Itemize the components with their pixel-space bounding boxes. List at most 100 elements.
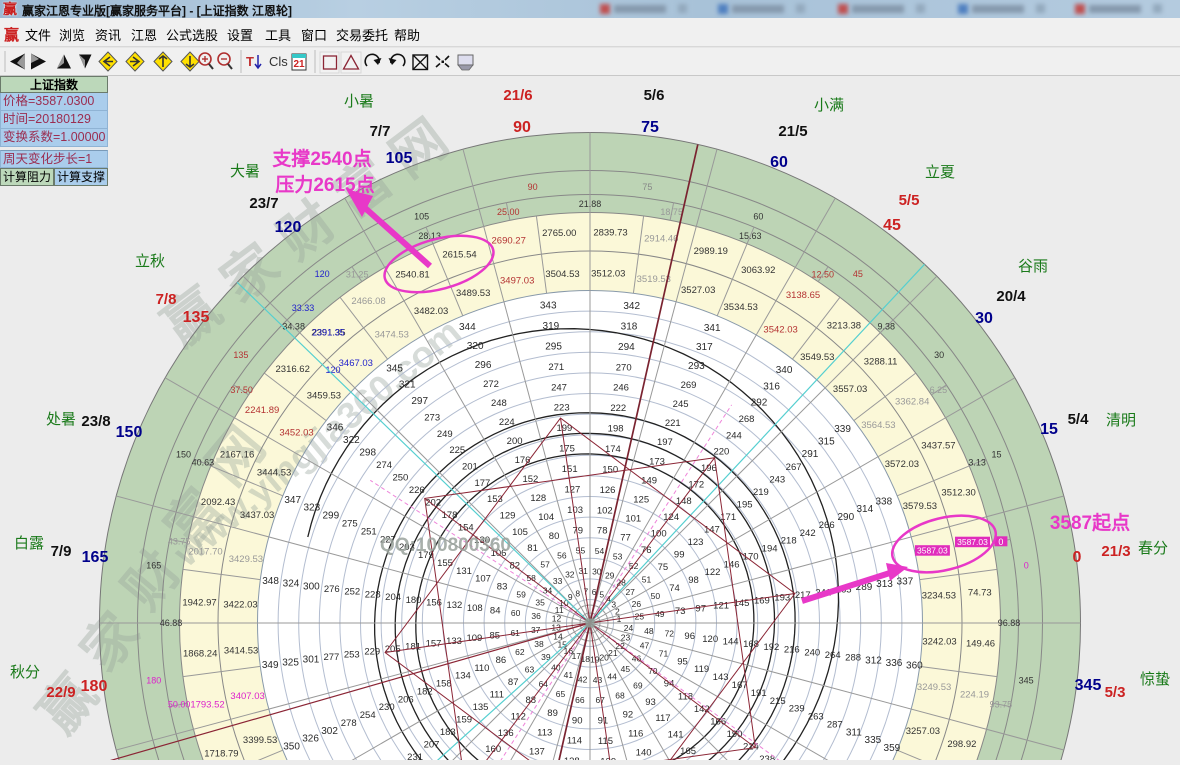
svg-text:3362.84: 3362.84 [895, 397, 929, 408]
svg-text:298: 298 [359, 448, 376, 459]
svg-text:2615.54: 2615.54 [442, 249, 476, 260]
svg-text:121: 121 [713, 601, 729, 612]
svg-text:117: 117 [655, 713, 670, 724]
svg-text:207: 207 [424, 740, 440, 751]
svg-text:219: 219 [753, 487, 769, 498]
svg-text:3213.38: 3213.38 [827, 321, 861, 332]
svg-text:132: 132 [446, 600, 462, 611]
svg-text:12.50: 12.50 [812, 270, 835, 280]
svg-text:287: 287 [827, 719, 843, 730]
svg-text:228: 228 [365, 589, 381, 600]
svg-text:26: 26 [632, 599, 642, 609]
svg-text:223: 223 [554, 403, 570, 414]
svg-text:197: 197 [657, 437, 673, 448]
svg-text:137: 137 [529, 746, 545, 757]
svg-text:264: 264 [825, 650, 841, 661]
svg-text:3534.53: 3534.53 [724, 302, 758, 313]
svg-text:74: 74 [669, 583, 680, 594]
svg-text:3407.03: 3407.03 [230, 691, 264, 702]
svg-text:295: 295 [545, 342, 562, 353]
svg-text:6.25: 6.25 [930, 385, 948, 395]
svg-text:77: 77 [620, 532, 631, 543]
svg-text:288: 288 [845, 653, 861, 664]
svg-text:Cls: Cls [269, 54, 288, 69]
svg-text:120: 120 [315, 269, 330, 279]
svg-text:21: 21 [294, 59, 306, 70]
svg-text:272: 272 [483, 379, 499, 390]
svg-text:89: 89 [547, 708, 558, 719]
svg-text:345: 345 [386, 363, 403, 374]
svg-text:124: 124 [663, 512, 679, 523]
svg-text:33: 33 [553, 576, 563, 586]
svg-text:268: 268 [739, 414, 755, 425]
svg-text:3437.03: 3437.03 [240, 510, 274, 521]
svg-text:60: 60 [511, 608, 521, 618]
svg-text:175: 175 [559, 444, 575, 455]
svg-text:202: 202 [425, 498, 441, 509]
svg-text:224: 224 [499, 417, 515, 428]
svg-text:180: 180 [81, 678, 108, 695]
svg-text:44: 44 [607, 671, 617, 681]
svg-text:T: T [246, 54, 254, 69]
svg-text:24: 24 [624, 623, 634, 633]
svg-text:清明: 清明 [1106, 412, 1136, 429]
svg-text:23: 23 [621, 633, 631, 643]
svg-text:158: 158 [436, 679, 452, 690]
svg-text:3422.03: 3422.03 [223, 600, 257, 611]
svg-text:78: 78 [597, 526, 608, 537]
svg-text:297: 297 [411, 396, 428, 407]
svg-text:254: 254 [360, 710, 376, 721]
svg-text:165: 165 [82, 549, 109, 566]
svg-text:150: 150 [602, 464, 618, 475]
svg-text:3512.30: 3512.30 [941, 488, 975, 499]
svg-text:45: 45 [621, 664, 631, 674]
svg-text:140: 140 [636, 748, 652, 759]
svg-text:57: 57 [540, 560, 550, 570]
svg-text:275: 275 [342, 519, 358, 530]
svg-text:55: 55 [576, 546, 586, 556]
svg-text:294: 294 [618, 342, 635, 353]
svg-text:2167.16: 2167.16 [220, 450, 254, 461]
svg-text:345: 345 [1019, 675, 1034, 685]
svg-text:182: 182 [417, 686, 433, 697]
svg-text:267: 267 [786, 462, 802, 473]
svg-text:75: 75 [658, 562, 669, 573]
svg-text:0: 0 [1073, 549, 1082, 566]
svg-text:65: 65 [556, 689, 566, 699]
svg-text:142: 142 [694, 704, 710, 715]
svg-text:344: 344 [459, 322, 476, 333]
svg-text:190: 190 [727, 729, 743, 740]
svg-text:120: 120 [702, 634, 718, 645]
svg-text:192: 192 [763, 642, 779, 653]
svg-text:99: 99 [674, 550, 685, 561]
svg-text:54: 54 [595, 546, 605, 556]
svg-text:3587起点: 3587起点 [1050, 512, 1130, 534]
svg-text:206: 206 [398, 694, 414, 705]
svg-text:299: 299 [322, 511, 339, 522]
svg-text:231: 231 [407, 752, 423, 760]
svg-text:314: 314 [856, 504, 873, 515]
svg-text:127: 127 [564, 484, 580, 495]
svg-text:111: 111 [490, 690, 504, 701]
svg-text:178: 178 [442, 510, 458, 521]
svg-text:92: 92 [623, 709, 634, 720]
svg-text:100: 100 [651, 529, 667, 540]
svg-text:224.19: 224.19 [960, 689, 989, 700]
svg-text:301: 301 [303, 655, 320, 666]
svg-text:QQ:100800360: QQ:100800360 [380, 535, 511, 556]
svg-text:3474.53: 3474.53 [375, 330, 409, 341]
svg-text:339: 339 [834, 424, 851, 435]
svg-text:59: 59 [516, 590, 526, 600]
svg-text:290: 290 [837, 512, 854, 523]
svg-text:320: 320 [467, 341, 484, 352]
svg-text:238: 238 [759, 754, 775, 760]
svg-text:243: 243 [769, 474, 785, 485]
svg-text:69: 69 [633, 681, 643, 691]
svg-text:155: 155 [437, 558, 453, 569]
svg-text:45: 45 [883, 217, 901, 234]
svg-text:32: 32 [565, 569, 575, 579]
svg-text:249: 249 [437, 429, 453, 440]
svg-text:47: 47 [640, 641, 650, 651]
svg-text:春分: 春分 [1138, 540, 1168, 557]
svg-text:343: 343 [540, 301, 557, 312]
